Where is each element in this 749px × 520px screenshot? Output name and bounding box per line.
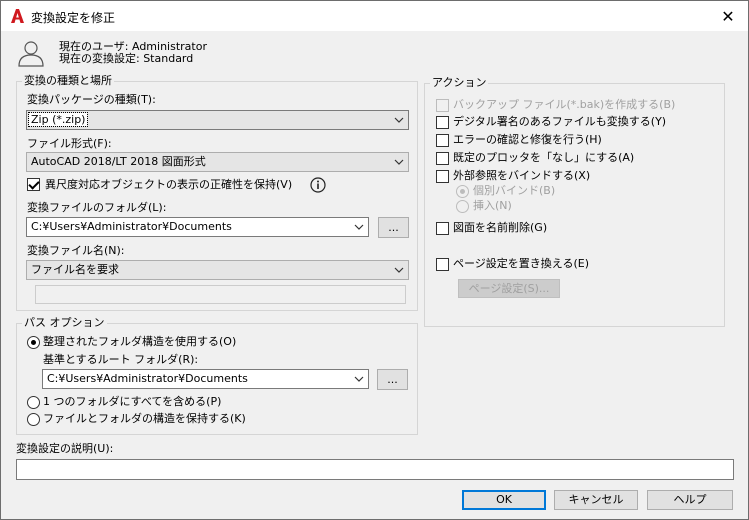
backup-checkbox[interactable] bbox=[436, 99, 449, 112]
user-icon bbox=[18, 41, 44, 67]
title-bar: 変換設定を修正 ✕ bbox=[1, 1, 748, 31]
purge-checkbox[interactable] bbox=[436, 222, 449, 235]
file-format-select[interactable]: AutoCAD 2018/LT 2018 図面形式 bbox=[26, 152, 409, 172]
folder-label: 変換ファイルのフォルダ(L): bbox=[27, 201, 167, 214]
root-folder-select[interactable]: C:¥Users¥Administrator¥Documents bbox=[42, 369, 369, 389]
chevron-down-icon bbox=[390, 111, 408, 129]
path-options-legend: パス オプション bbox=[22, 316, 107, 329]
chevron-down-icon bbox=[390, 153, 408, 171]
preserve-annotative-checkbox[interactable] bbox=[27, 178, 40, 191]
page-setup-button[interactable]: ページ設定(S)... bbox=[458, 279, 560, 298]
keep-structure-radio[interactable] bbox=[27, 413, 40, 426]
filename-label: 変換ファイル名(N): bbox=[27, 244, 125, 257]
package-type-value: Zip (*.zip) bbox=[27, 112, 89, 127]
bind-insert-radio[interactable] bbox=[456, 200, 469, 213]
folder-select[interactable]: C:¥Users¥Administrator¥Documents bbox=[26, 217, 369, 237]
cancel-button[interactable]: キャンセル bbox=[554, 490, 638, 510]
plotter-none-label: 既定のプロッタを「なし」にする(A) bbox=[453, 151, 635, 164]
close-button[interactable]: ✕ bbox=[708, 1, 748, 31]
folder-value: C:¥Users¥Administrator¥Documents bbox=[31, 220, 232, 233]
filename-input[interactable] bbox=[35, 285, 406, 304]
folder-browse-button[interactable]: ... bbox=[378, 217, 409, 238]
signed-files-label: デジタル署名のあるファイルも変換する(Y) bbox=[453, 115, 667, 128]
current-setting-text: 現在の変換設定: Standard bbox=[59, 52, 194, 65]
package-type-label: 変換パッケージの種類(T): bbox=[27, 93, 156, 106]
chevron-down-icon bbox=[350, 218, 368, 236]
backup-label: バックアップ ファイル(*.bak)を作成する(B) bbox=[453, 98, 676, 111]
file-format-label: ファイル形式(F): bbox=[27, 137, 112, 150]
replace-page-setup-label: ページ設定を置き換える(E) bbox=[453, 257, 589, 270]
chevron-down-icon bbox=[390, 261, 408, 279]
filename-select[interactable]: ファイル名を要求 bbox=[26, 260, 409, 280]
organized-folder-label: 整理されたフォルダ構造を使用する(O) bbox=[43, 335, 237, 348]
dialog-window: 変換設定を修正 ✕ 現在のユーザ: Administrator 現在の変換設定:… bbox=[0, 0, 749, 520]
bind-xrefs-checkbox[interactable] bbox=[436, 170, 449, 183]
description-label: 変換設定の説明(U): bbox=[16, 442, 114, 455]
audit-checkbox[interactable] bbox=[436, 134, 449, 147]
actions-legend: アクション bbox=[430, 76, 489, 89]
chevron-down-icon bbox=[350, 370, 368, 388]
organized-folder-radio[interactable] bbox=[27, 336, 40, 349]
preserve-annotative-label: 異尺度対応オブジェクトの表示の正確性を保持(V) bbox=[45, 178, 293, 191]
filename-value: ファイル名を要求 bbox=[31, 263, 119, 276]
bind-individual-radio[interactable] bbox=[456, 185, 469, 198]
type-location-legend: 変換の種類と場所 bbox=[22, 74, 114, 87]
bind-xrefs-label: 外部参照をバインドする(X) bbox=[453, 169, 591, 182]
replace-page-setup-checkbox[interactable] bbox=[436, 258, 449, 271]
description-input[interactable] bbox=[16, 459, 734, 480]
autocad-logo-icon bbox=[11, 9, 24, 23]
package-type-select[interactable]: Zip (*.zip) bbox=[26, 110, 409, 130]
root-folder-label: 基準とするルート フォルダ(R): bbox=[43, 353, 199, 366]
purge-label: 図面を名前削除(G) bbox=[453, 221, 548, 234]
keep-structure-label: ファイルとフォルダの構造を保持する(K) bbox=[43, 412, 246, 425]
info-icon[interactable] bbox=[310, 177, 326, 193]
file-format-value: AutoCAD 2018/LT 2018 図面形式 bbox=[31, 155, 206, 168]
root-folder-browse-button[interactable]: ... bbox=[377, 369, 408, 390]
ok-button[interactable]: OK bbox=[462, 490, 546, 510]
close-icon: ✕ bbox=[721, 6, 735, 26]
window-title: 変換設定を修正 bbox=[31, 11, 116, 25]
audit-label: エラーの確認と修復を行う(H) bbox=[453, 133, 602, 146]
single-folder-radio[interactable] bbox=[27, 396, 40, 409]
root-folder-value: C:¥Users¥Administrator¥Documents bbox=[47, 372, 248, 385]
single-folder-label: 1 つのフォルダにすべてを含める(P) bbox=[43, 395, 222, 408]
signed-files-checkbox[interactable] bbox=[436, 116, 449, 129]
plotter-none-checkbox[interactable] bbox=[436, 152, 449, 165]
bind-insert-label: 挿入(N) bbox=[473, 199, 512, 212]
help-button[interactable]: ヘルプ bbox=[647, 490, 733, 510]
bind-individual-label: 個別バインド(B) bbox=[473, 184, 556, 197]
